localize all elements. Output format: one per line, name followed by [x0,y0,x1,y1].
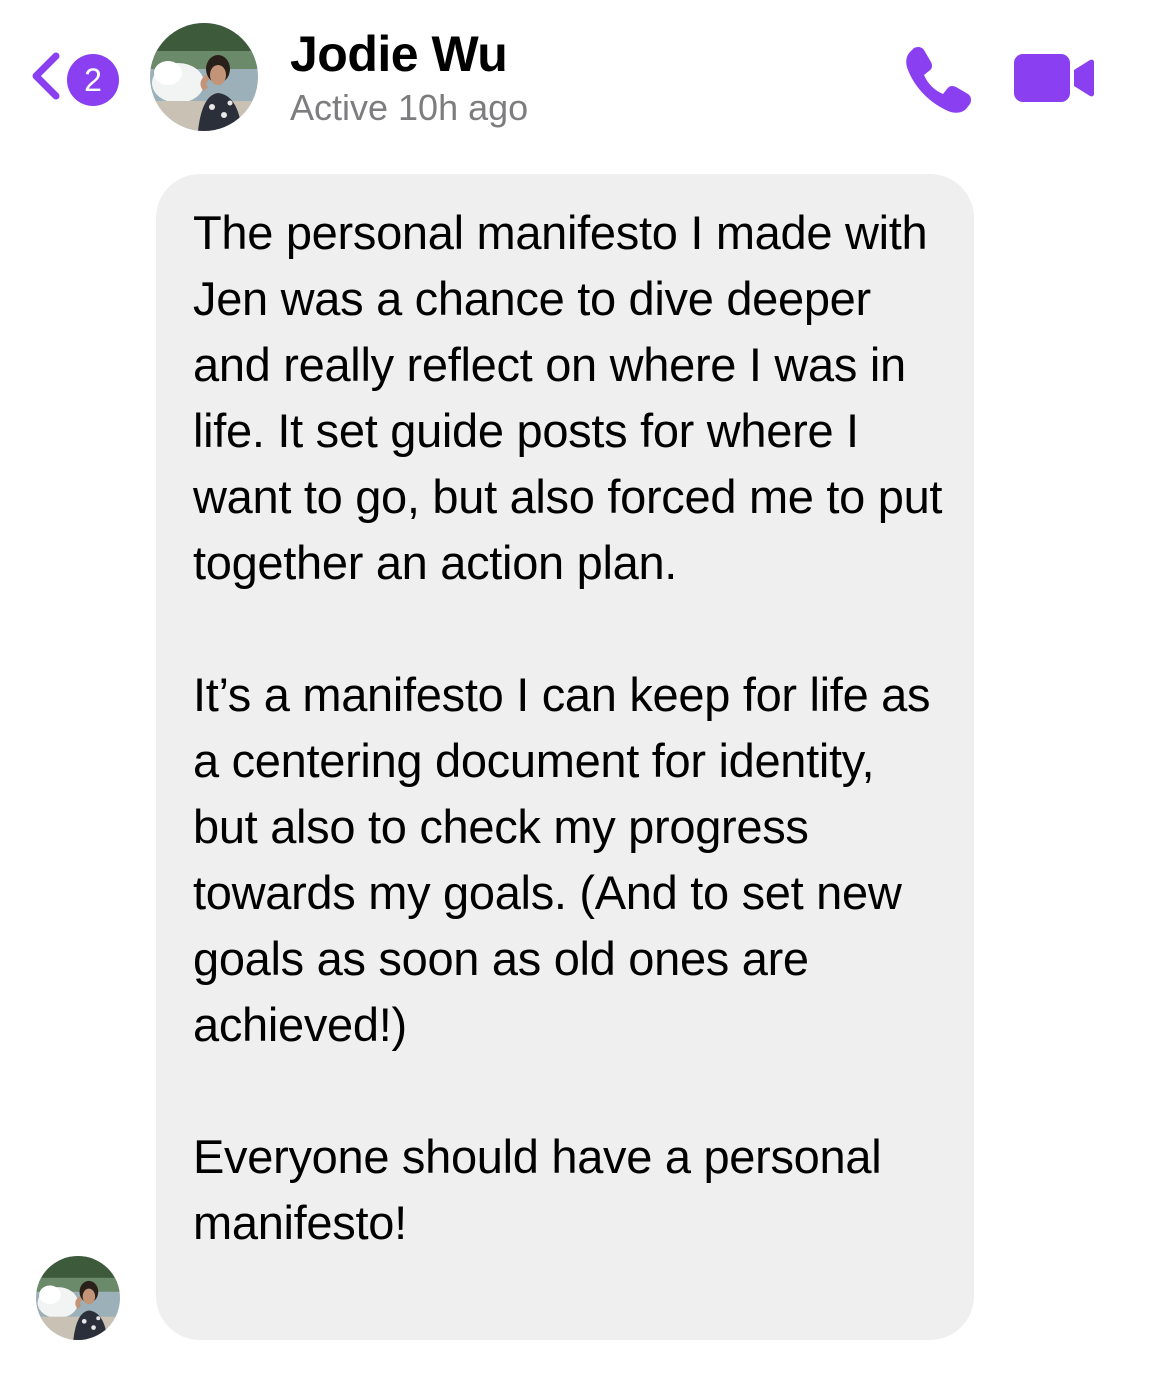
sender-photo [36,1256,120,1340]
contact-photo [150,23,258,131]
message-paragraph: Everyone should have a personal manifest… [193,1130,882,1249]
sender-avatar[interactable] [36,1256,120,1340]
message-paragraph: The personal manifesto I made with Jen w… [193,206,943,589]
unread-count-badge: 2 [67,54,119,106]
audio-call-button[interactable] [900,40,976,116]
contact-info[interactable]: Jodie Wu Active 10h ago [290,24,528,130]
message-bubble[interactable]: The personal manifesto I made with Jen w… [156,174,974,1340]
video-camera-icon [1014,54,1094,102]
phone-icon [906,46,972,113]
message-paragraph: It’s a manifesto I can keep for life as … [193,668,931,1051]
back-button[interactable]: 2 [22,42,122,112]
video-call-button[interactable] [1010,46,1096,110]
contact-avatar[interactable] [150,23,258,131]
chat-header: 2 Jodie Wu Active 10h ago [0,0,1170,150]
chevron-left-icon [32,52,60,100]
contact-name: Jodie Wu [290,26,508,82]
contact-status: Active 10h ago [290,87,529,128]
